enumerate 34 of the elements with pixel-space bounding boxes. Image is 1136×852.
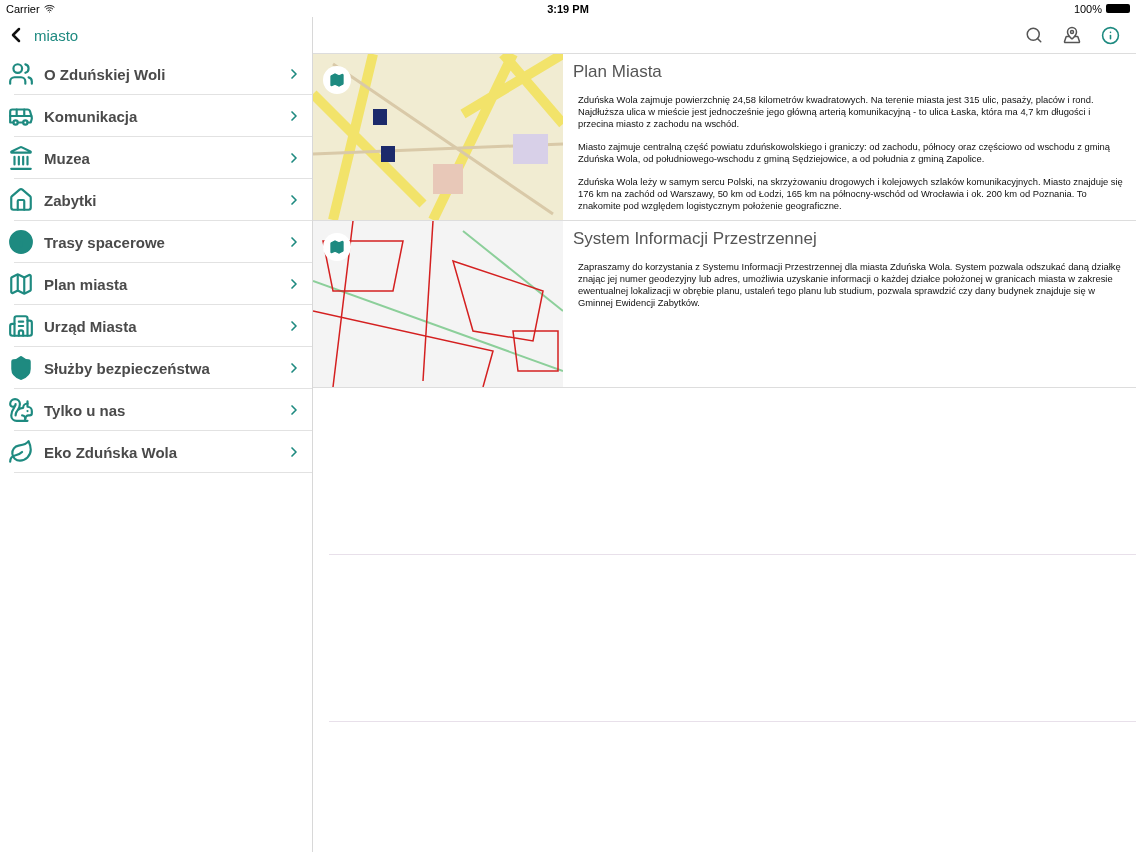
card-paragraph: Zduńska Wola zajmuje powierzchnię 24,58 kilometrów kwadratowych. Na terenie miasta jest 315 ulic, pasaży, placów i rond. Najdłuższa ulica w mieście jest jednocześnie jego główną arterią komunikacyjną - to ulica Łaska, która ma 4,7 km długości i przecina miasto z zachodu na wschód. [578, 94, 1095, 130]
card-paragraph: Miasto zajmuje centralną część powiatu zduńskowolskiego i graniczy: od zachodu, północy oraz częściowo od wschodu z gminą Zduńska Wola, od południowego-wschodu z gminą Sędziejowice, a od południa z gminą Zapolice. [578, 141, 1112, 165]
menu-item[interactable]: Tylko u nas [0, 389, 312, 431]
carrier-label: Carrier [6, 2, 40, 15]
battery-icon [1106, 4, 1130, 13]
menu-item[interactable]: Trasy spacerowe [0, 221, 312, 263]
map-pin-button[interactable] [1063, 26, 1081, 44]
menu-item[interactable]: Urząd Miasta [0, 305, 312, 347]
menu-icon [8, 187, 34, 213]
menu-icon [8, 271, 34, 297]
menu-icon [8, 229, 34, 255]
menu-icon [8, 145, 34, 171]
menu-item[interactable]: Eko Zduńska Wola [0, 431, 312, 473]
menu-item[interactable]: Muzea [0, 137, 312, 179]
card-paragraph: Zduńska Wola leży w samym sercu Polski, na skrzyżowaniu drogowych i kolejowych szlaków komunikacyjnych. Miasto znajduje się 176 km na zachód od Warszawy, 50 km od Łodzi, 165 km na północny-wschód od Wrocławia i ok. 200 km od Poznania. To znakomite pod względem logistycznym położenie geograficzne. [578, 176, 1124, 212]
menu-item[interactable]: Służby bezpieczeństwa [0, 347, 312, 389]
menu-item[interactable]: O Zduńskiej Woli [0, 53, 312, 95]
back-button[interactable]: miasto [4, 23, 79, 47]
menu-icon [8, 397, 34, 423]
search-button[interactable] [1025, 26, 1043, 44]
card-title: System Informacji Przestrzennej [573, 229, 818, 249]
status-time: 3:19 PM [547, 2, 589, 15]
menu-item[interactable]: Plan miasta [0, 263, 312, 305]
menu-item[interactable]: Komunikacja [0, 95, 312, 137]
card-paragraph: Zapraszamy do korzystania z Systemu Informacji Przestrzennej dla miasta Zduńska Wola. System pozwala odszukać daną działkę znając jej numer geodezyjny lub adres, umożliwia uzyskanie informacji o każdej działce położonej w granicach miasta w zakresie ewentualnej lokalizacji w obrębie planu, ustaleń tego planu lub studium, pozwala sprawdzić czy dany budynek znajduje się w Gminnej Ewidencji Zabytków. [578, 261, 1122, 309]
menu-icon [8, 439, 34, 465]
menu-item[interactable]: Zabytki [0, 179, 312, 221]
wifi-icon [43, 3, 55, 14]
battery-percent: 100% [1073, 2, 1102, 15]
menu-icon [8, 61, 34, 87]
menu-icon [8, 355, 34, 381]
card-title: Plan Miasta [573, 62, 663, 82]
info-button[interactable] [1101, 25, 1120, 45]
menu-icon [8, 313, 34, 339]
